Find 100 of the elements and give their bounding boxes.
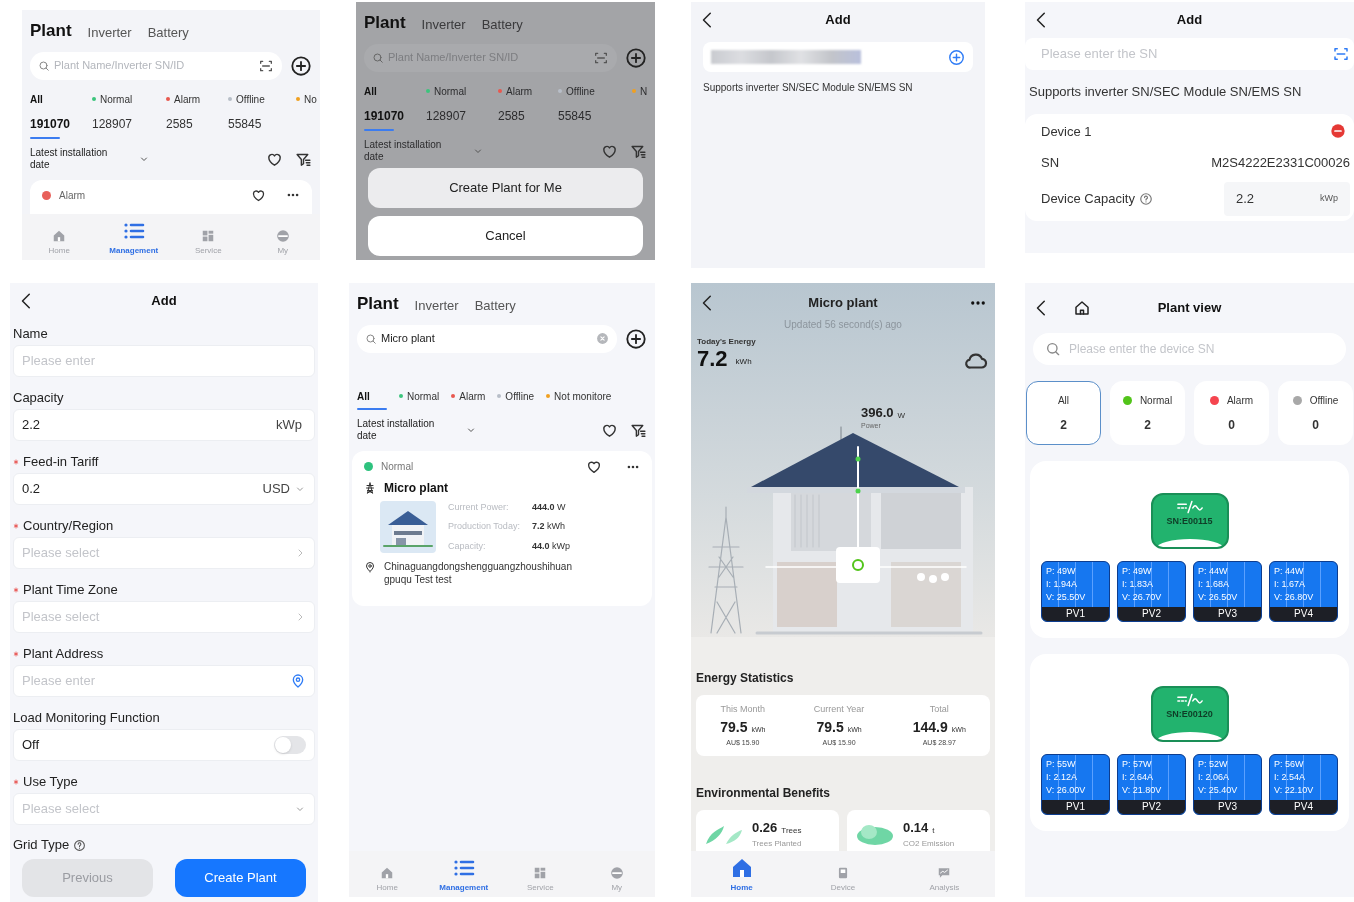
sheet-button[interactable]: Create Plant for Me xyxy=(368,168,643,208)
section-title: Energy Statistics xyxy=(696,670,795,687)
nav-tab[interactable]: Management xyxy=(101,219,166,257)
input-field[interactable]: Please enter xyxy=(13,345,315,377)
text-input[interactable]: Please enter the SN xyxy=(1041,44,1332,64)
required-mark-icon xyxy=(13,459,19,465)
remove-icon[interactable] xyxy=(1330,123,1346,140)
dc-ac-icon xyxy=(1175,692,1204,708)
location-pin-icon[interactable] xyxy=(290,673,306,689)
status-filter[interactable]: All 2 xyxy=(1026,381,1101,445)
filter-tab[interactable]: Offline xyxy=(497,388,535,410)
filter-tab[interactable]: Normal 128907 xyxy=(426,83,498,131)
sort-dropdown[interactable]: Latest installation date xyxy=(364,138,484,164)
text-input[interactable]: Please enter xyxy=(22,351,306,371)
filter-tab[interactable]: Alarm xyxy=(451,388,486,410)
plant-card[interactable]: Alarm xyxy=(30,179,312,214)
energy-label: Today's Energy xyxy=(697,336,756,348)
pv-reading: I: 2.06A xyxy=(1198,771,1231,784)
text-input[interactable]: Please enter xyxy=(22,671,290,691)
text-input[interactable]: Please enter the device SN xyxy=(1069,340,1334,358)
page-title: Plant view xyxy=(1157,299,1222,318)
text-input[interactable]: Please select xyxy=(22,543,294,563)
sheet-button[interactable]: Cancel xyxy=(368,216,643,256)
device-title: Device 1 xyxy=(1041,122,1092,141)
filter-tab[interactable]: Normal xyxy=(399,388,440,410)
home-icon xyxy=(380,866,395,880)
sort-dropdown[interactable]: Latest installation date xyxy=(30,146,150,172)
input-field[interactable]: Please select xyxy=(13,601,315,633)
sn-input-field[interactable]: Please enter the SN xyxy=(1025,38,1354,70)
benefit-unit: Trees xyxy=(781,824,802,837)
filter-tab[interactable]: Alarm 2585 xyxy=(498,83,558,131)
text-input[interactable]: Micro plant xyxy=(381,330,592,347)
filter-tab[interactable]: Offline 55845 xyxy=(228,91,296,139)
power-value: 396.0 xyxy=(861,404,894,422)
home-icon[interactable] xyxy=(1073,299,1091,317)
text-input[interactable]: Please select xyxy=(22,799,294,819)
sn-input-field[interactable] xyxy=(703,42,973,72)
tab[interactable]: Plant xyxy=(364,10,406,36)
filter-tab[interactable]: Normal 128907 xyxy=(92,91,166,139)
tab[interactable]: Inverter xyxy=(414,296,459,317)
input-field[interactable]: 2.2 kWp xyxy=(13,409,315,441)
input-field[interactable]: Please select xyxy=(13,537,315,569)
help-icon[interactable] xyxy=(1138,192,1153,206)
page-title: Add xyxy=(1176,11,1203,30)
text-input[interactable]: Please select xyxy=(22,607,294,627)
page-title: Add xyxy=(825,11,851,30)
filter-tab[interactable]: No xyxy=(296,91,320,139)
add-icon[interactable] xyxy=(290,54,312,77)
filter-tab[interactable]: Alarm 2585 xyxy=(166,91,228,139)
field-label: Country/Region xyxy=(23,517,114,536)
hint-text: Supports inverter SN/SEC Module SN/EMS SN xyxy=(703,81,914,95)
plant-card[interactable]: Normal Micro plant Current Power: 444.0 W Production Today: 7.2 kWh Capacity: 44.0 kWp Chinaguangdongshengguangzhoushihuangpuqu Test test xyxy=(352,450,652,606)
filter-tab[interactable]: All 191070 xyxy=(364,83,426,131)
toggle-field[interactable]: Off xyxy=(13,729,315,761)
status-filter[interactable]: Offline 0 xyxy=(1278,381,1353,445)
add-icon[interactable] xyxy=(625,327,647,350)
inverter-tile[interactable]: SN:E00115 xyxy=(1150,493,1229,549)
text-input[interactable]: 0.2 xyxy=(22,479,263,499)
benefit-label: CO2 Emission xyxy=(903,837,955,850)
filter-tab[interactable]: N xyxy=(632,83,652,131)
home-icon xyxy=(52,229,67,243)
help-icon[interactable] xyxy=(73,838,87,852)
tab[interactable]: Plant xyxy=(357,291,399,317)
filter-tab[interactable]: All 191070 xyxy=(30,91,92,139)
tab[interactable]: Battery xyxy=(147,23,189,44)
filter-tab[interactable]: Offline 55845 xyxy=(558,83,632,131)
input-field[interactable]: 0.2 USD xyxy=(13,473,315,505)
add-icon[interactable] xyxy=(625,46,647,69)
text-input[interactable]: 2.2 xyxy=(22,415,276,435)
input-field[interactable]: Please select xyxy=(13,793,315,825)
tab[interactable]: Plant xyxy=(30,18,72,44)
pv-reading: V: 26.70V xyxy=(1122,591,1163,604)
input-field[interactable]: Please enter xyxy=(13,665,315,697)
capacity-input[interactable]: 2.2 kWp xyxy=(1224,182,1350,216)
search-field[interactable]: Plant Name/Inverter SN/ID xyxy=(30,51,282,80)
unit-text: USD xyxy=(262,480,290,499)
status-filter[interactable]: Normal 2 xyxy=(1110,381,1185,445)
nav-tab[interactable]: Home xyxy=(709,856,774,894)
scan-icon[interactable] xyxy=(1332,45,1350,63)
toggle-switch[interactable] xyxy=(274,736,306,754)
tab[interactable]: Inverter xyxy=(87,23,132,44)
tab[interactable]: Battery xyxy=(474,296,516,317)
metric-value: 44.0 kWp xyxy=(531,539,570,553)
pv-reading: V: 25.50V xyxy=(1046,591,1087,604)
heart-icon[interactable] xyxy=(251,187,266,203)
form-button[interactable]: Create Plant xyxy=(175,859,306,897)
tab[interactable]: Battery xyxy=(481,15,523,36)
filter-tab[interactable]: Not monitore xyxy=(546,388,612,410)
sort-dropdown[interactable]: Latest installation date xyxy=(357,417,477,443)
status-filter[interactable]: Alarm 0 xyxy=(1194,381,1269,445)
text-input[interactable]: Plant Name/Inverter SN/ID xyxy=(54,57,254,74)
nav-tab[interactable]: Management xyxy=(431,856,496,894)
search-field[interactable]: Micro plant xyxy=(357,324,617,353)
tab[interactable]: Inverter xyxy=(421,15,466,36)
pv-reading: P: 52W xyxy=(1198,758,1229,771)
search-field[interactable]: Please enter the device SN xyxy=(1033,333,1346,365)
filter-tab[interactable]: All xyxy=(357,388,387,410)
inverter-tile[interactable]: SN:E00120 xyxy=(1150,686,1229,742)
search-icon xyxy=(1045,341,1061,357)
pv-label: PV4 xyxy=(1270,800,1337,814)
